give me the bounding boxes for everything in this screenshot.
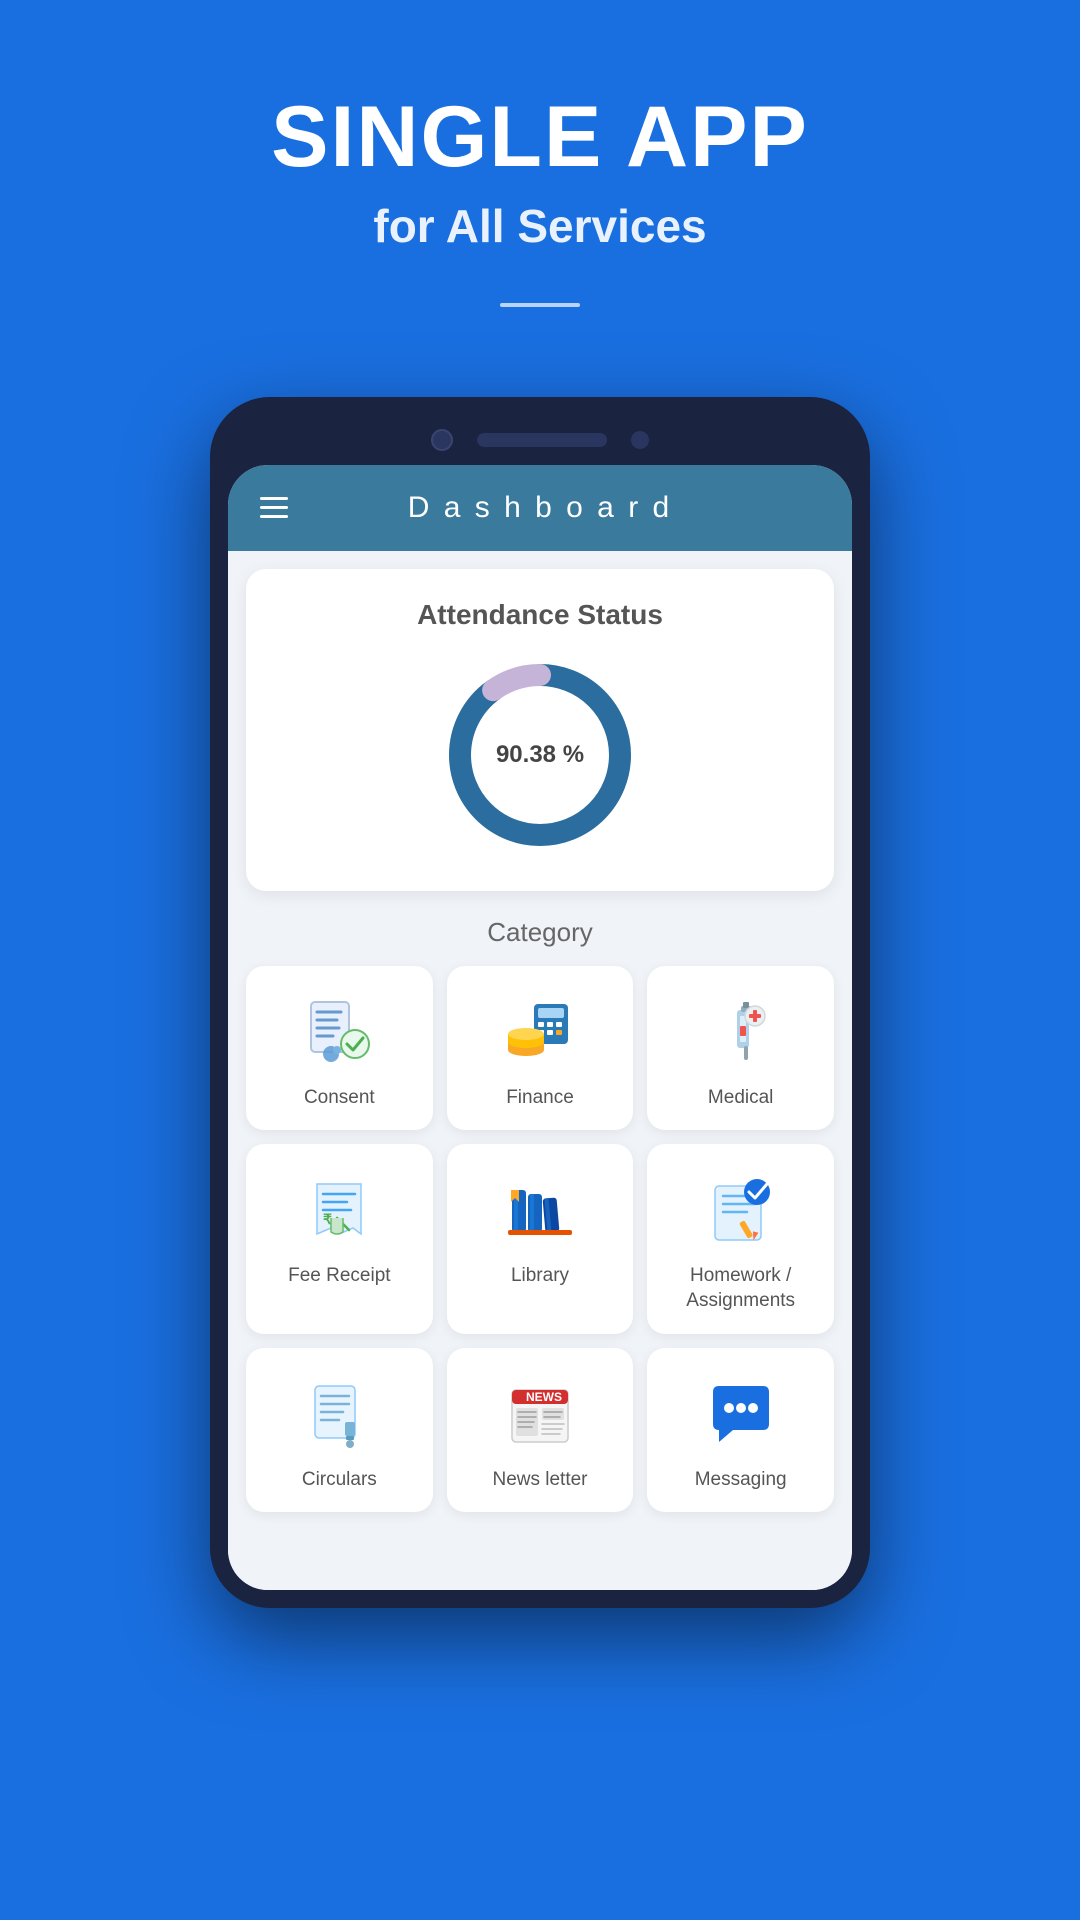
library-icon [500,1170,580,1250]
notch-dot [631,431,649,449]
category-item-library[interactable]: Library [447,1144,634,1333]
hamburger-line-3 [260,515,288,518]
phone-screen: D a s h b o a r d Attendance Status [228,465,852,1591]
phone-frame: D a s h b o a r d Attendance Status [210,397,870,1609]
dashboard-header: D a s h b o a r d [228,465,852,551]
category-title: Category [246,917,834,948]
donut-chart: 90.38 % [440,655,640,855]
category-item-medical[interactable]: Medical [647,966,834,1131]
homework-label: Homework /Assignments [686,1264,795,1313]
newsletter-label: News letter [492,1468,587,1493]
dashboard-title: D a s h b o a r d [288,491,792,525]
notch-camera [431,429,453,451]
circulars-label: Circulars [302,1468,377,1493]
attendance-card: Attendance Status 90.38 % [246,569,834,891]
consent-label: Consent [304,1086,375,1111]
category-item-messaging[interactable]: Messaging [647,1348,834,1513]
category-item-newsletter[interactable]: NEWS [447,1348,634,1513]
finance-icon [500,992,580,1072]
svg-text:NEWS: NEWS [526,1390,562,1404]
category-item-finance[interactable]: Finance [447,966,634,1131]
hamburger-menu[interactable] [260,497,288,518]
library-label: Library [511,1264,569,1289]
fee-receipt-icon: ₹ [299,1170,379,1250]
finance-label: Finance [506,1086,574,1111]
hero-title: SINGLE APP [0,90,1080,185]
category-section: Category [228,907,852,1531]
medical-icon [701,992,781,1072]
hero-section: SINGLE APP for All Services [0,0,1080,387]
notch-speaker [477,433,607,447]
homework-icon [701,1170,781,1250]
category-item-homework[interactable]: Homework /Assignments [647,1144,834,1333]
phone-notch [228,415,852,461]
medical-label: Medical [708,1086,773,1111]
category-item-fee-receipt[interactable]: ₹ Fee Receipt [246,1144,433,1333]
hero-subtitle: for All Services [0,199,1080,253]
messaging-icon [701,1374,781,1454]
fee-receipt-label: Fee Receipt [288,1264,390,1289]
newsletter-icon: NEWS [500,1374,580,1454]
donut-container: 90.38 % [270,655,810,855]
consent-icon [299,992,379,1072]
category-item-circulars[interactable]: Circulars [246,1348,433,1513]
hamburger-line-1 [260,497,288,500]
category-item-consent[interactable]: Consent [246,966,433,1131]
hamburger-line-2 [260,506,288,509]
category-grid: Consent [246,966,834,1513]
attendance-percentage: 90.38 % [496,741,584,769]
circulars-icon [299,1374,379,1454]
messaging-label: Messaging [695,1468,787,1493]
phone-wrapper: D a s h b o a r d Attendance Status [0,397,1080,1609]
hero-divider [500,303,580,307]
attendance-title: Attendance Status [270,599,810,631]
